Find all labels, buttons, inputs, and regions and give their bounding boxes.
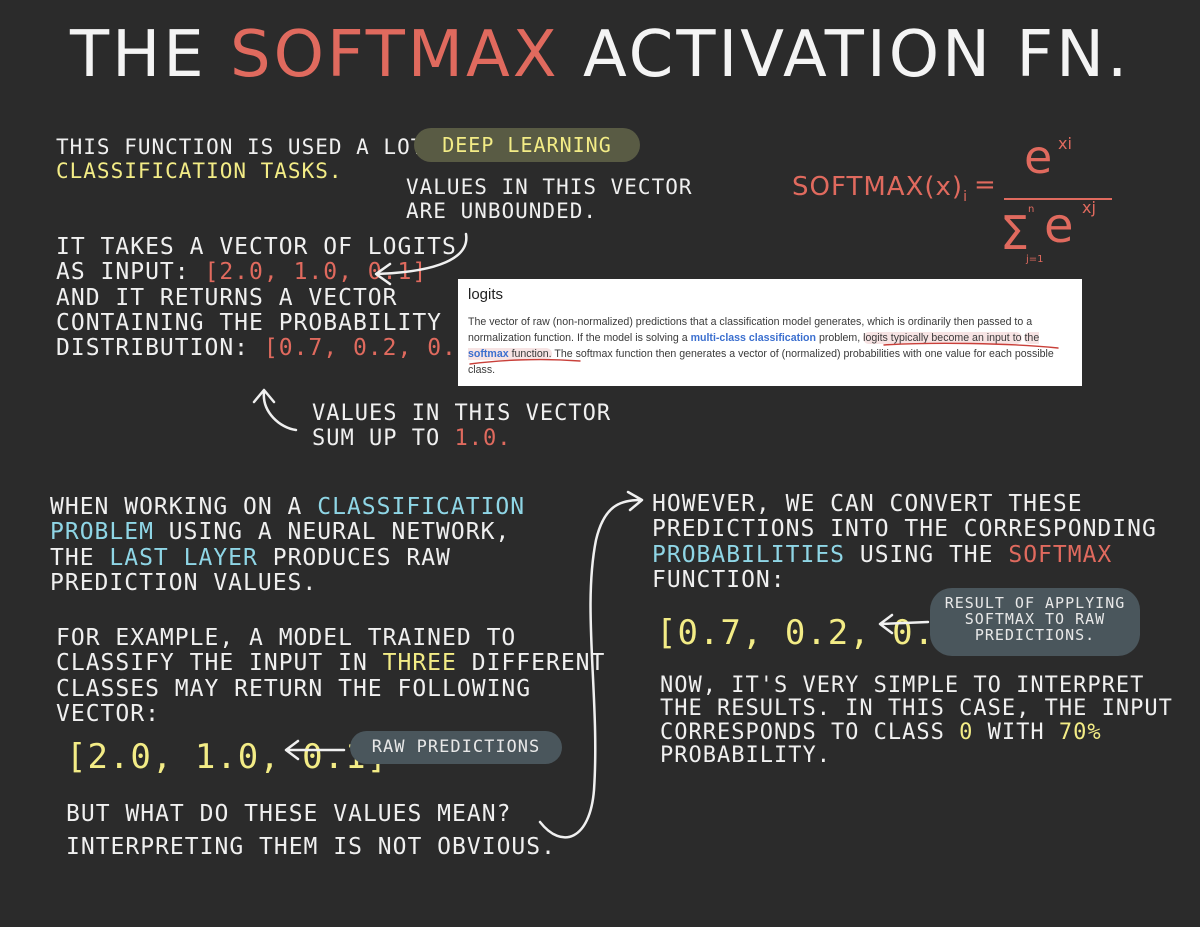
deep-learning-pill: DEEP LEARNING: [414, 128, 640, 162]
sum-note-line-1: VALUES IN THIS VECTOR: [312, 401, 612, 426]
unbounded-note-line-1: VALUES IN THIS VECTOR: [406, 175, 693, 199]
title-prefix: THE: [70, 18, 230, 92]
title-suffix: ACTIVATION FN.: [559, 18, 1131, 92]
input-line-2: AS INPUT: [2.0, 1.0, 0.1]: [56, 259, 428, 286]
unbounded-note-line-2: ARE UNBOUNDED.: [406, 198, 598, 223]
sum-arrow-icon: [252, 388, 298, 432]
softmax-link[interactable]: softmax: [468, 348, 509, 360]
left-paragraph-1: WHEN WORKING ON A CLASSIFICATION PROBLEM…: [50, 494, 526, 596]
sum-note-line-2: SUM UP TO 1.0.: [312, 425, 512, 451]
logits-definition-card: logits The vector of raw (non-normalized…: [458, 279, 1082, 386]
formula-equals: =: [974, 170, 996, 200]
sigma-icon: Σ: [1000, 206, 1030, 260]
formula-numerator-exp: xi: [1058, 134, 1072, 153]
input-line-4: CONTAINING THE PROBABILITY: [56, 309, 443, 336]
unbounded-note: VALUES IN THIS VECTOR ARE UNBOUNDED.: [406, 175, 693, 223]
left-paragraph-2: FOR EXAMPLE, A MODEL TRAINED TO CLASSIFY…: [56, 625, 606, 727]
formula-numerator: e: [1024, 130, 1053, 184]
intro-line-2: CLASSIFICATION TASKS.: [56, 159, 343, 183]
right-paragraph-1: HOWEVER, WE CAN CONVERT THESE PREDICTION…: [652, 491, 1157, 593]
input-line-1: IT TAKES A VECTOR OF LOGITS: [56, 234, 457, 260]
sigma-lower: j=1: [1026, 254, 1044, 265]
input-description: IT TAKES A VECTOR OF LOGITS AS INPUT: [2…: [56, 234, 487, 362]
sum-value: 1.0.: [454, 425, 512, 451]
title-highlight: SOFTMAX: [230, 18, 560, 92]
input-line-5: DISTRIBUTION: [0.7, 0.2, 0.1]: [56, 335, 487, 362]
sigma-upper: n: [1028, 204, 1035, 215]
right-conclusion: NOW, IT'S VERY SIMPLE TO INTERPRET THE R…: [660, 673, 1173, 768]
probability-vector: [0.7, 0.2, 0.1]: [263, 335, 487, 362]
softmax-result-pill: RESULT OF APPLYING SOFTMAX TO RAW PREDIC…: [930, 588, 1140, 656]
formula-denominator-exp: xj: [1082, 198, 1096, 217]
input-line-3: AND IT RETURNS A VECTOR: [56, 284, 398, 311]
card-body: The vector of raw (non-normalized) predi…: [468, 316, 1054, 376]
softmax-formula: SOFTMAX(x)i = e xi Σ n j=1 e xj: [792, 130, 1122, 270]
multi-class-classification-link[interactable]: multi-class classification: [691, 332, 816, 344]
formula-denominator-e: e: [1044, 198, 1074, 254]
left-paragraph-3: BUT WHAT DO THESE VALUES MEAN? INTERPRET…: [66, 801, 556, 861]
intro-line-1: THIS FUNCTION IS USED A LOT IN: [56, 135, 466, 159]
card-highlight-1: logits typically become an input to: [863, 331, 1022, 344]
card-title: logits: [468, 286, 504, 303]
page-title: THE SOFTMAX ACTIVATION FN.: [70, 18, 1150, 92]
raw-predictions-pill: RAW PREDICTIONS: [350, 731, 562, 764]
raw-predictions-vector: [2.0, 1.0, 0.1]: [66, 737, 389, 777]
sum-note: VALUES IN THIS VECTOR SUM UP TO 1.0.: [312, 401, 612, 451]
logits-vector: [2.0, 1.0, 0.1]: [204, 259, 428, 286]
formula-lhs: SOFTMAX(x)i: [792, 172, 968, 206]
